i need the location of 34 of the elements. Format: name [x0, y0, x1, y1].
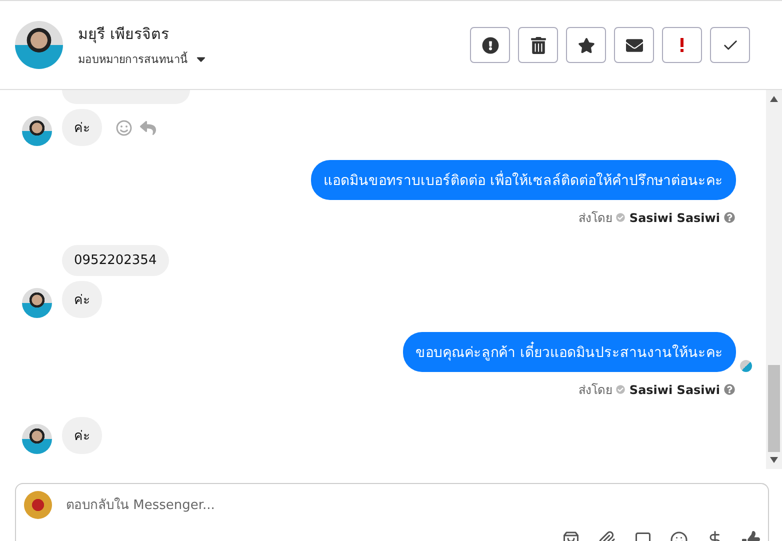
help-icon[interactable] — [724, 384, 735, 395]
avatar — [22, 424, 52, 454]
alert-icon — [482, 36, 498, 54]
unread-button[interactable] — [614, 27, 654, 63]
help-icon[interactable] — [724, 212, 735, 223]
scrollbar-thumb[interactable] — [768, 365, 780, 452]
trash-icon — [530, 36, 546, 54]
important-button[interactable] — [662, 27, 702, 63]
sender-name: Sasiwi Sasiwi — [629, 382, 720, 396]
delete-button[interactable] — [518, 27, 558, 63]
sent-by-label: ส่งโดย — [578, 382, 612, 399]
sender-name: Sasiwi Sasiwi — [629, 210, 720, 224]
message-bubble: 0952202354 — [62, 245, 169, 276]
alert-button[interactable] — [470, 27, 510, 63]
message-bubble: ค่ะ — [62, 281, 102, 318]
contact-name: มยุรี เพียรจิตร — [78, 24, 170, 46]
exclamation-icon — [680, 38, 684, 52]
scrollbar[interactable] — [766, 90, 782, 469]
assign-dropdown[interactable]: มอบหมายการสนทนานี้ — [78, 50, 470, 68]
message-bubble: แอดมินขอทราบเบอร์ติดต่อ เพื่อให้เซลล์ติดต่อให้คำปรึกษาต่อนะคะ — [310, 160, 736, 200]
avatar — [22, 288, 52, 318]
message-bubble: ค่ะ — [62, 109, 102, 146]
scroll-up-icon[interactable] — [770, 96, 778, 102]
message-bubble: ขอบคุณค่ะลูกค้า เดี๋ยวแอดมินประสานงานให้นะคะ — [402, 332, 736, 372]
seen-avatar — [740, 360, 752, 372]
sent-by-label: ส่งโดย — [578, 210, 612, 227]
avatar — [22, 116, 52, 146]
envelope-icon — [626, 36, 642, 54]
message-bubble: ค่ะ — [62, 417, 102, 454]
star-button[interactable] — [566, 27, 606, 63]
page-avatar — [24, 491, 52, 519]
avatar — [15, 21, 63, 69]
scroll-down-icon[interactable] — [770, 457, 778, 463]
star-icon — [578, 36, 594, 54]
